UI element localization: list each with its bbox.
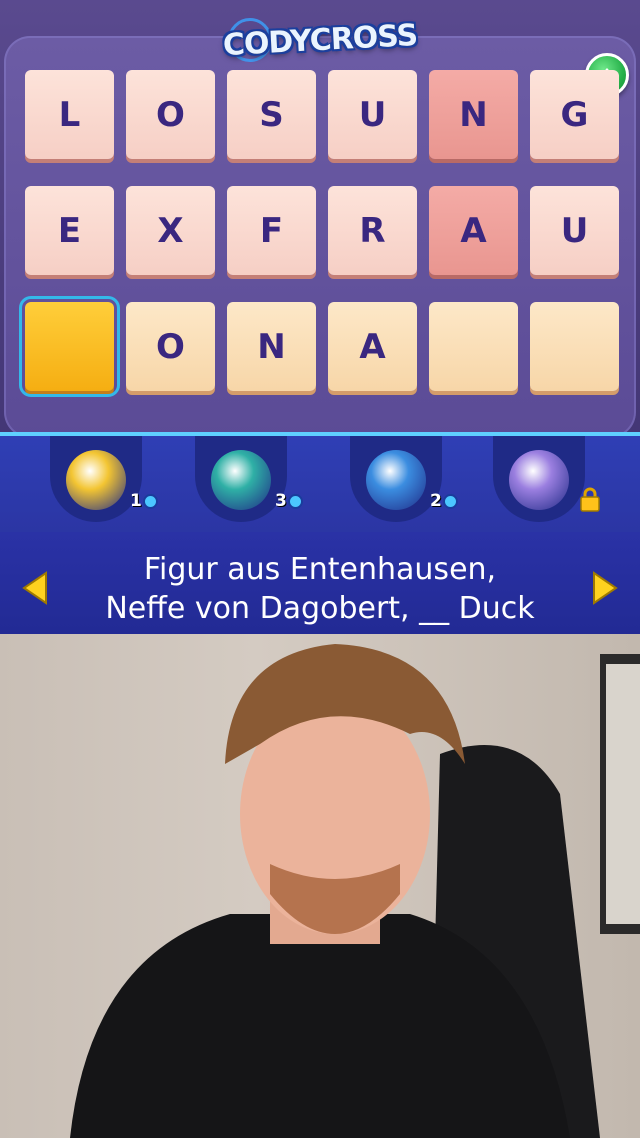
- codycross-logo: CODYCROSS: [222, 17, 418, 63]
- letter-tile[interactable]: N: [429, 70, 518, 159]
- coin-icon: [142, 493, 158, 509]
- helper-avatar: [366, 450, 426, 510]
- yellow-bee-helper[interactable]: 1: [50, 436, 158, 522]
- yellow-hood-helper[interactable]: 3: [195, 436, 303, 522]
- coin-icon: [287, 493, 303, 509]
- helper-count: 1: [130, 491, 158, 511]
- letter-tile[interactable]: O: [126, 70, 215, 159]
- helpers-bar: 1 3 2: [0, 432, 640, 536]
- letter-tile[interactable]: L: [25, 70, 114, 159]
- board-row: EXFRAU: [25, 186, 619, 275]
- arrow-right-icon[interactable]: [590, 570, 620, 606]
- letter-tile[interactable]: E: [25, 186, 114, 275]
- webcam-view: [0, 634, 640, 1138]
- letter-tile[interactable]: U: [328, 70, 417, 159]
- arrow-left-icon[interactable]: [20, 570, 50, 606]
- lock-icon: [580, 487, 600, 512]
- helper-avatar: [509, 450, 569, 510]
- letter-tile[interactable]: X: [126, 186, 215, 275]
- letter-tile[interactable]: A: [429, 186, 518, 275]
- helper-avatar: [211, 450, 271, 510]
- game-area: CODYCROSS LOSUNGEXFRAUONA 132 Figur aus …: [0, 0, 640, 634]
- helper-count-value: 3: [275, 491, 287, 511]
- picture-mat: [606, 664, 640, 924]
- helper-count-value: 1: [130, 491, 142, 511]
- helper-count-value: 2: [430, 491, 442, 511]
- letter-tile[interactable]: G: [530, 70, 619, 159]
- helper-avatar: [66, 450, 126, 510]
- webcam-scene: [70, 644, 640, 1138]
- helper-count: 2: [430, 491, 458, 511]
- helper-count: 3: [275, 491, 303, 511]
- board-row: ONA: [19, 296, 619, 397]
- letter-tile[interactable]: U: [530, 186, 619, 275]
- letter-tile[interactable]: S: [227, 70, 316, 159]
- board-row: LOSUNG: [25, 70, 619, 159]
- purple-alien-helper[interactable]: [493, 436, 600, 522]
- letter-tile[interactable]: R: [328, 186, 417, 275]
- coin-icon: [442, 493, 458, 509]
- letter-tile[interactable]: [429, 302, 518, 391]
- letter-tile[interactable]: N: [227, 302, 316, 391]
- clue-text: Figur aus Entenhausen, Neffe von Dagober…: [105, 552, 535, 626]
- letter-tile[interactable]: [19, 296, 120, 397]
- clue-bar: Figur aus Entenhausen, Neffe von Dagober…: [0, 532, 640, 634]
- letter-tile[interactable]: O: [126, 302, 215, 391]
- letter-tile[interactable]: F: [227, 186, 316, 275]
- helmet-helper[interactable]: 2: [350, 436, 458, 522]
- letter-tile[interactable]: [530, 302, 619, 391]
- letter-tile[interactable]: A: [328, 302, 417, 391]
